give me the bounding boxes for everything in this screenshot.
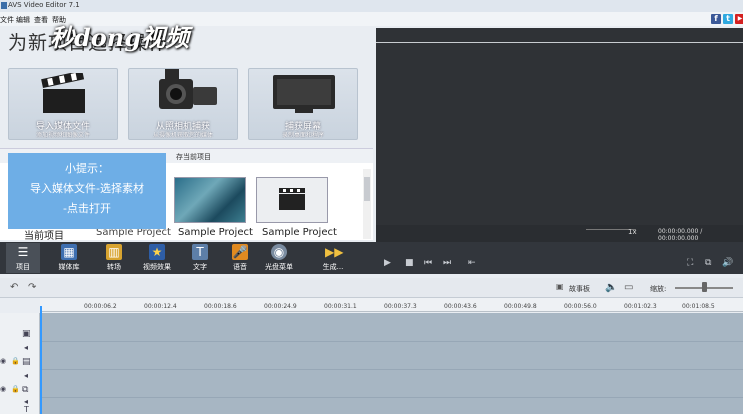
sample-project-label-3: Sample Project xyxy=(262,227,337,238)
sample-project-thumb-underwater[interactable] xyxy=(174,177,246,223)
ruler-tick: 00:00:06.2 xyxy=(84,303,117,310)
capture-screen-tile[interactable]: 捕获屏幕 录制桌面和程序 xyxy=(248,68,358,140)
volume-icon[interactable]: 🔊 xyxy=(722,258,733,268)
ruler-tick: 00:00:43.6 xyxy=(444,303,477,310)
import-media-tile[interactable]: 导入媒体文件 添加视频和图像文件 xyxy=(8,68,118,140)
toolbar-project[interactable]: ☰ 项目 xyxy=(6,243,40,273)
snapshot-icon[interactable]: ⇤ xyxy=(468,258,476,268)
lock-icon[interactable]: 🔒 xyxy=(11,385,20,393)
timeline-ruler[interactable]: 00:00:06.2 00:00:12.4 00:00:18.6 00:00:2… xyxy=(40,298,743,312)
sample-project-thumb-clapper[interactable] xyxy=(256,177,328,223)
stop-icon[interactable]: ■ xyxy=(405,258,414,268)
playhead[interactable] xyxy=(40,306,42,414)
capture-screen-sub: 录制桌面和程序 xyxy=(281,132,324,139)
fullscreen-icon[interactable]: ⛶ xyxy=(687,258,693,268)
speed-label: 1x xyxy=(628,228,637,236)
ruler-tick: 00:01:02.3 xyxy=(624,303,657,310)
import-media-sub: 添加视频和图像文件 xyxy=(35,132,90,139)
recent-tab-label[interactable]: 存当前项目 xyxy=(176,152,211,162)
preview-status-bar: 1x 00:00:00.000 / 00:00:00.000 xyxy=(376,225,743,242)
menu-edit[interactable]: 编辑 xyxy=(16,15,30,25)
youtube-icon[interactable]: ▶ xyxy=(735,14,743,24)
video-track-icon: ▣ xyxy=(22,329,31,339)
timeline-tracks[interactable] xyxy=(40,313,743,414)
audio-icon[interactable]: 🔈 xyxy=(605,282,617,293)
text-track-icon: T xyxy=(24,405,29,414)
redo-icon[interactable]: ↷ xyxy=(28,282,36,293)
track-headers: ▣ ◂ ◉ 🔒 ▤ ◂ ◉ 🔒 ⧉ ◂ T xyxy=(0,313,40,414)
undo-icon[interactable]: ↶ xyxy=(10,282,18,293)
zoom-slider-handle[interactable] xyxy=(702,282,707,292)
mute-icon[interactable]: ◂ xyxy=(24,343,28,352)
visibility-icon[interactable]: ◉ xyxy=(0,357,6,365)
storyboard-icon[interactable]: ▣ xyxy=(556,282,564,291)
preview-line xyxy=(376,42,743,43)
lock-icon[interactable]: 🔒 xyxy=(11,357,20,365)
current-project-label: 当前项目 xyxy=(24,231,64,242)
prev-frame-icon[interactable]: ⏮ xyxy=(424,258,432,268)
play-icon[interactable]: ▶ xyxy=(384,258,391,268)
tip-line2: -点击打开 xyxy=(63,202,111,215)
tip-line1: 导入媒体文件-选择素材 xyxy=(30,182,144,195)
ruler-tick: 00:00:18.6 xyxy=(204,303,237,310)
overlay-track-icon: ⧉ xyxy=(22,385,29,395)
camera-icon xyxy=(159,69,217,109)
recent-scrollbar[interactable] xyxy=(363,169,371,239)
toolbar-disc-menu[interactable]: ◉ 光盘菜单 xyxy=(262,243,296,273)
ruler-tick: 00:00:24.9 xyxy=(264,303,297,310)
crop-icon[interactable]: ⧉ xyxy=(705,258,711,268)
facebook-icon[interactable]: f xyxy=(711,14,721,24)
sample-project-label-2: Sample Project xyxy=(178,227,253,238)
main-toolbar: ☰ 项目 ▦ 媒体库 ▥ 转场 ★ 视频效果 T 文字 🎤 语音 ◉ 光盘菜单 ▶▶ 生成... xyxy=(0,242,743,274)
zoom-label: 缩放: xyxy=(650,285,667,293)
toolbar-media-library[interactable]: ▦ 媒体库 xyxy=(52,243,86,273)
capture-camera-sub: 从摄像机获取您的媒体 xyxy=(152,132,213,139)
storyboard-label[interactable]: 故事板 xyxy=(569,284,590,294)
tip-title: 小提示： xyxy=(65,162,109,175)
menu-view[interactable]: 查看 xyxy=(34,15,48,25)
toolbar-transitions[interactable]: ▥ 转场 xyxy=(97,243,131,273)
ruler-tick: 00:00:37.3 xyxy=(384,303,417,310)
clapperboard-icon xyxy=(41,73,85,113)
tip-overlay: 小提示： 导入媒体文件-选择素材 -点击打开 xyxy=(8,153,166,229)
app-icon xyxy=(1,2,7,9)
toolbar-produce[interactable]: ▶▶ 生成... xyxy=(316,243,350,273)
watermark-logo: 秒dong视频 xyxy=(50,23,190,52)
menu-file[interactable]: 文件 xyxy=(0,15,14,25)
effect-track-icon: ▤ xyxy=(22,357,31,367)
ruler-tick: 00:00:31.1 xyxy=(324,303,357,310)
ruler-tick: 00:00:12.4 xyxy=(144,303,177,310)
time-readout: 00:00:00.000 / 00:00:00.000 xyxy=(658,228,703,242)
capture-camera-tile[interactable]: 从照相机捕获 从摄像机获取您的媒体 xyxy=(128,68,238,140)
ruler-tick: 00:00:49.8 xyxy=(504,303,537,310)
clapperboard-icon xyxy=(279,188,305,210)
timeline-toolbar: ↶ ↷ ▣ 故事板 🔈 ▭ 缩放: xyxy=(0,278,743,298)
toolbar-voice[interactable]: 🎤 语音 xyxy=(223,243,257,273)
twitter-icon[interactable]: t xyxy=(723,14,733,24)
display-icon[interactable]: ▭ xyxy=(624,282,633,293)
next-frame-icon[interactable]: ⏭ xyxy=(443,258,451,268)
toolbar-text[interactable]: T 文字 xyxy=(183,243,217,273)
ruler-tick: 00:00:56.0 xyxy=(564,303,597,310)
visibility-icon[interactable]: ◉ xyxy=(0,385,6,393)
mute-icon[interactable]: ◂ xyxy=(24,371,28,380)
preview-window xyxy=(376,28,743,236)
monitor-icon xyxy=(273,75,335,113)
toolbar-video-effects[interactable]: ★ 视频效果 xyxy=(140,243,174,273)
ruler-tick: 00:01:08.5 xyxy=(682,303,715,310)
title-bar: AVS Video Editor 7.1 xyxy=(0,0,743,12)
window-title: AVS Video Editor 7.1 xyxy=(8,1,80,9)
